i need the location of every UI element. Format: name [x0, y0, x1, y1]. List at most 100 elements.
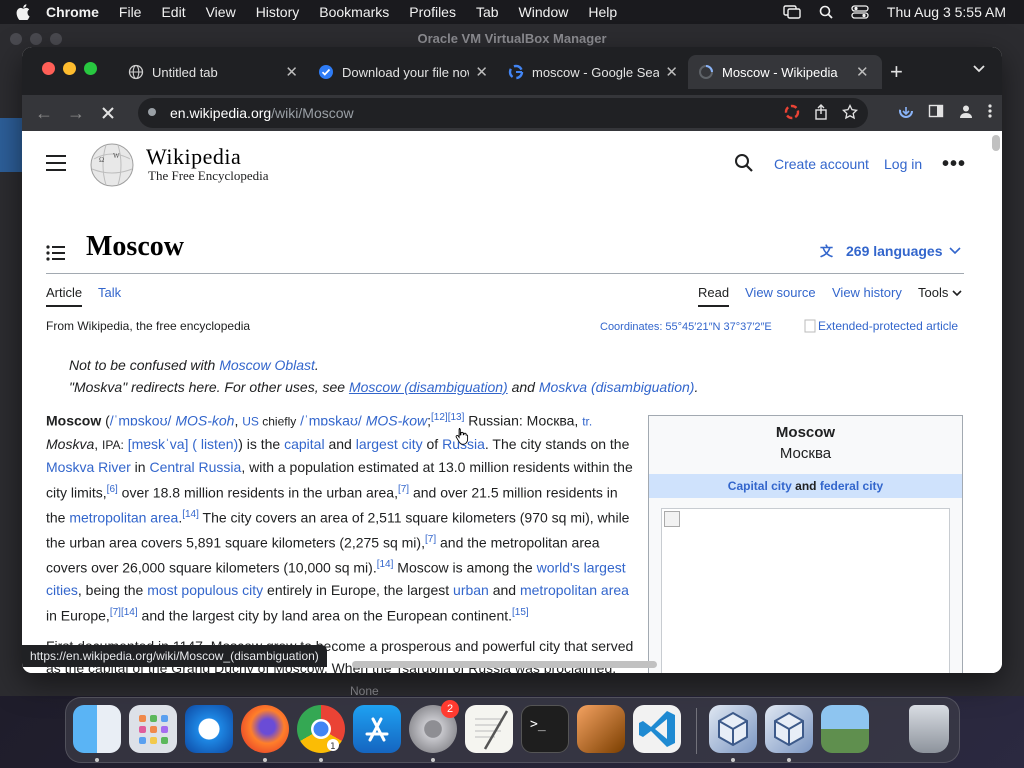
- firefox-icon[interactable]: [241, 705, 289, 753]
- vbox-selected-item[interactable]: [0, 118, 22, 172]
- tab-wikipedia-active[interactable]: Moscow - Wikipedia ✕: [688, 55, 882, 89]
- infobox: Moscow Москва Capital city and federal c…: [648, 415, 963, 673]
- link-status-bubble: https://en.wikipedia.org/wiki/Moscow_(di…: [22, 645, 327, 667]
- languages-label: 269 languages: [846, 243, 943, 259]
- languages-button[interactable]: 文 269 languages: [820, 243, 961, 259]
- menu-bookmarks[interactable]: Bookmarks: [319, 4, 389, 20]
- site-info-icon[interactable]: [146, 105, 158, 121]
- menubar-clock[interactable]: Thu Aug 3 5:55 AM: [887, 4, 1006, 20]
- menu-app-chrome[interactable]: Chrome: [46, 4, 99, 20]
- tab-view-source[interactable]: View source: [745, 285, 816, 300]
- screen-mirroring-icon[interactable]: [783, 5, 801, 19]
- moscow-disambiguation-link[interactable]: Moscow (disambiguation): [349, 379, 508, 395]
- menu-view[interactable]: View: [206, 4, 236, 20]
- app-store-icon[interactable]: [353, 705, 401, 753]
- menu-tab[interactable]: Tab: [476, 4, 499, 20]
- capital-city-link[interactable]: Capital city: [728, 479, 792, 493]
- window-controls: [42, 62, 97, 75]
- close-tab-icon[interactable]: ✕: [475, 63, 488, 81]
- tab-google-search[interactable]: moscow - Google Search ✕: [498, 55, 688, 89]
- profile-avatar-icon[interactable]: [958, 103, 974, 124]
- close-tab-icon[interactable]: ✕: [285, 63, 298, 81]
- running-indicator: [319, 758, 323, 762]
- moskva-disambiguation-link[interactable]: Moskva (disambiguation): [539, 379, 695, 395]
- create-account-link[interactable]: Create account: [774, 156, 869, 172]
- moscow-oblast-link[interactable]: Moscow Oblast: [219, 357, 315, 373]
- garageband-icon[interactable]: [577, 705, 625, 753]
- vertical-scrollbar[interactable]: [992, 135, 1000, 151]
- running-indicator: [263, 758, 267, 762]
- virtualbox-icon[interactable]: [765, 705, 813, 753]
- launchpad-icon[interactable]: [129, 705, 177, 753]
- coordinates-link[interactable]: Coordinates: 55°45′21″N 37°37′2″E: [600, 321, 772, 333]
- close-window-button[interactable]: [42, 62, 55, 75]
- hatnote-moskva: "Moskva" redirects here. For other uses,…: [69, 379, 698, 395]
- control-center-icon[interactable]: [851, 5, 869, 19]
- running-indicator: [731, 758, 735, 762]
- infobox-image[interactable]: [661, 508, 950, 673]
- side-panel-icon[interactable]: [928, 103, 944, 124]
- federal-city-link[interactable]: federal city: [820, 479, 883, 493]
- tab-view-history[interactable]: View history: [832, 285, 902, 300]
- stop-loading-icon[interactable]: [98, 103, 118, 123]
- hatnote-text: and: [507, 379, 539, 395]
- table-of-contents-icon[interactable]: [46, 245, 66, 266]
- svg-text:1: 1: [330, 742, 336, 752]
- tab-read[interactable]: Read: [698, 285, 730, 307]
- loading-spinner-icon: [699, 65, 713, 79]
- terminal-icon[interactable]: >_: [521, 705, 569, 753]
- textedit-icon[interactable]: [465, 705, 513, 753]
- menu-window[interactable]: Window: [519, 4, 569, 20]
- share-icon[interactable]: [814, 104, 828, 123]
- close-tab-icon[interactable]: ✕: [665, 63, 678, 81]
- tab-article[interactable]: Article: [46, 285, 83, 307]
- preview-icon[interactable]: [821, 705, 869, 753]
- virtualbox-icon[interactable]: [709, 705, 757, 753]
- browser-toolbar: ← → en.wikipedia.org/wiki/Moscow: [22, 95, 1002, 131]
- extended-protected-indicator[interactable]: Extended-protected article: [804, 319, 958, 333]
- log-in-link[interactable]: Log in: [884, 156, 922, 172]
- menu-history[interactable]: History: [256, 4, 300, 20]
- google-lens-icon[interactable]: [784, 104, 800, 123]
- wikipedia-globe-logo[interactable]: Ω W: [86, 141, 138, 187]
- menu-profiles[interactable]: Profiles: [409, 4, 456, 20]
- menu-help[interactable]: Help: [588, 4, 617, 20]
- trash-icon[interactable]: [909, 705, 949, 753]
- hatnote-text: .: [694, 379, 699, 395]
- chrome-icon[interactable]: 1: [297, 705, 345, 753]
- wikipedia-tagline: The Free Encyclopedia: [148, 168, 269, 183]
- finder-icon[interactable]: [73, 705, 121, 753]
- dock: 1 2 >_: [65, 697, 960, 763]
- apple-icon[interactable]: [16, 3, 34, 21]
- vscode-icon[interactable]: [633, 705, 681, 753]
- more-options-icon[interactable]: •••: [942, 153, 966, 176]
- google-icon: [508, 64, 524, 80]
- tab-placeholder[interactable]: Untitled tab ✕: [118, 55, 308, 89]
- bookmark-star-icon[interactable]: [841, 103, 859, 123]
- infobox-title: Moscow: [775, 424, 836, 441]
- spotlight-search-icon[interactable]: [819, 5, 833, 19]
- running-indicator: [95, 758, 99, 762]
- main-menu-icon[interactable]: [46, 155, 66, 171]
- zoom-window-button[interactable]: [84, 62, 97, 75]
- horizontal-scrollbar[interactable]: [352, 661, 657, 668]
- menu-file[interactable]: File: [119, 4, 142, 20]
- tools-dropdown[interactable]: Tools: [918, 285, 962, 300]
- hand-pointer-cursor-icon: [455, 428, 469, 445]
- tab-title: moscow - Google Search: [532, 64, 660, 80]
- forward-arrow-icon[interactable]: →: [66, 103, 86, 123]
- tab-search-chevron-icon[interactable]: [972, 61, 986, 79]
- back-arrow-icon[interactable]: ←: [34, 103, 54, 123]
- address-bar[interactable]: en.wikipedia.org/wiki/Moscow: [138, 98, 868, 128]
- chrome-menu-icon[interactable]: [988, 103, 992, 124]
- wikipedia-wordmark[interactable]: Wikipedia: [146, 144, 241, 170]
- safari-icon[interactable]: [185, 705, 233, 753]
- search-icon[interactable]: [734, 153, 754, 178]
- tab-talk[interactable]: Talk: [98, 285, 121, 300]
- tab-download[interactable]: Download your file now ✕: [308, 55, 498, 89]
- new-tab-icon[interactable]: +: [890, 59, 903, 85]
- menu-edit[interactable]: Edit: [161, 4, 185, 20]
- close-tab-icon[interactable]: ✕: [856, 63, 869, 81]
- minimize-window-button[interactable]: [63, 62, 76, 75]
- download-progress-icon[interactable]: [898, 103, 914, 124]
